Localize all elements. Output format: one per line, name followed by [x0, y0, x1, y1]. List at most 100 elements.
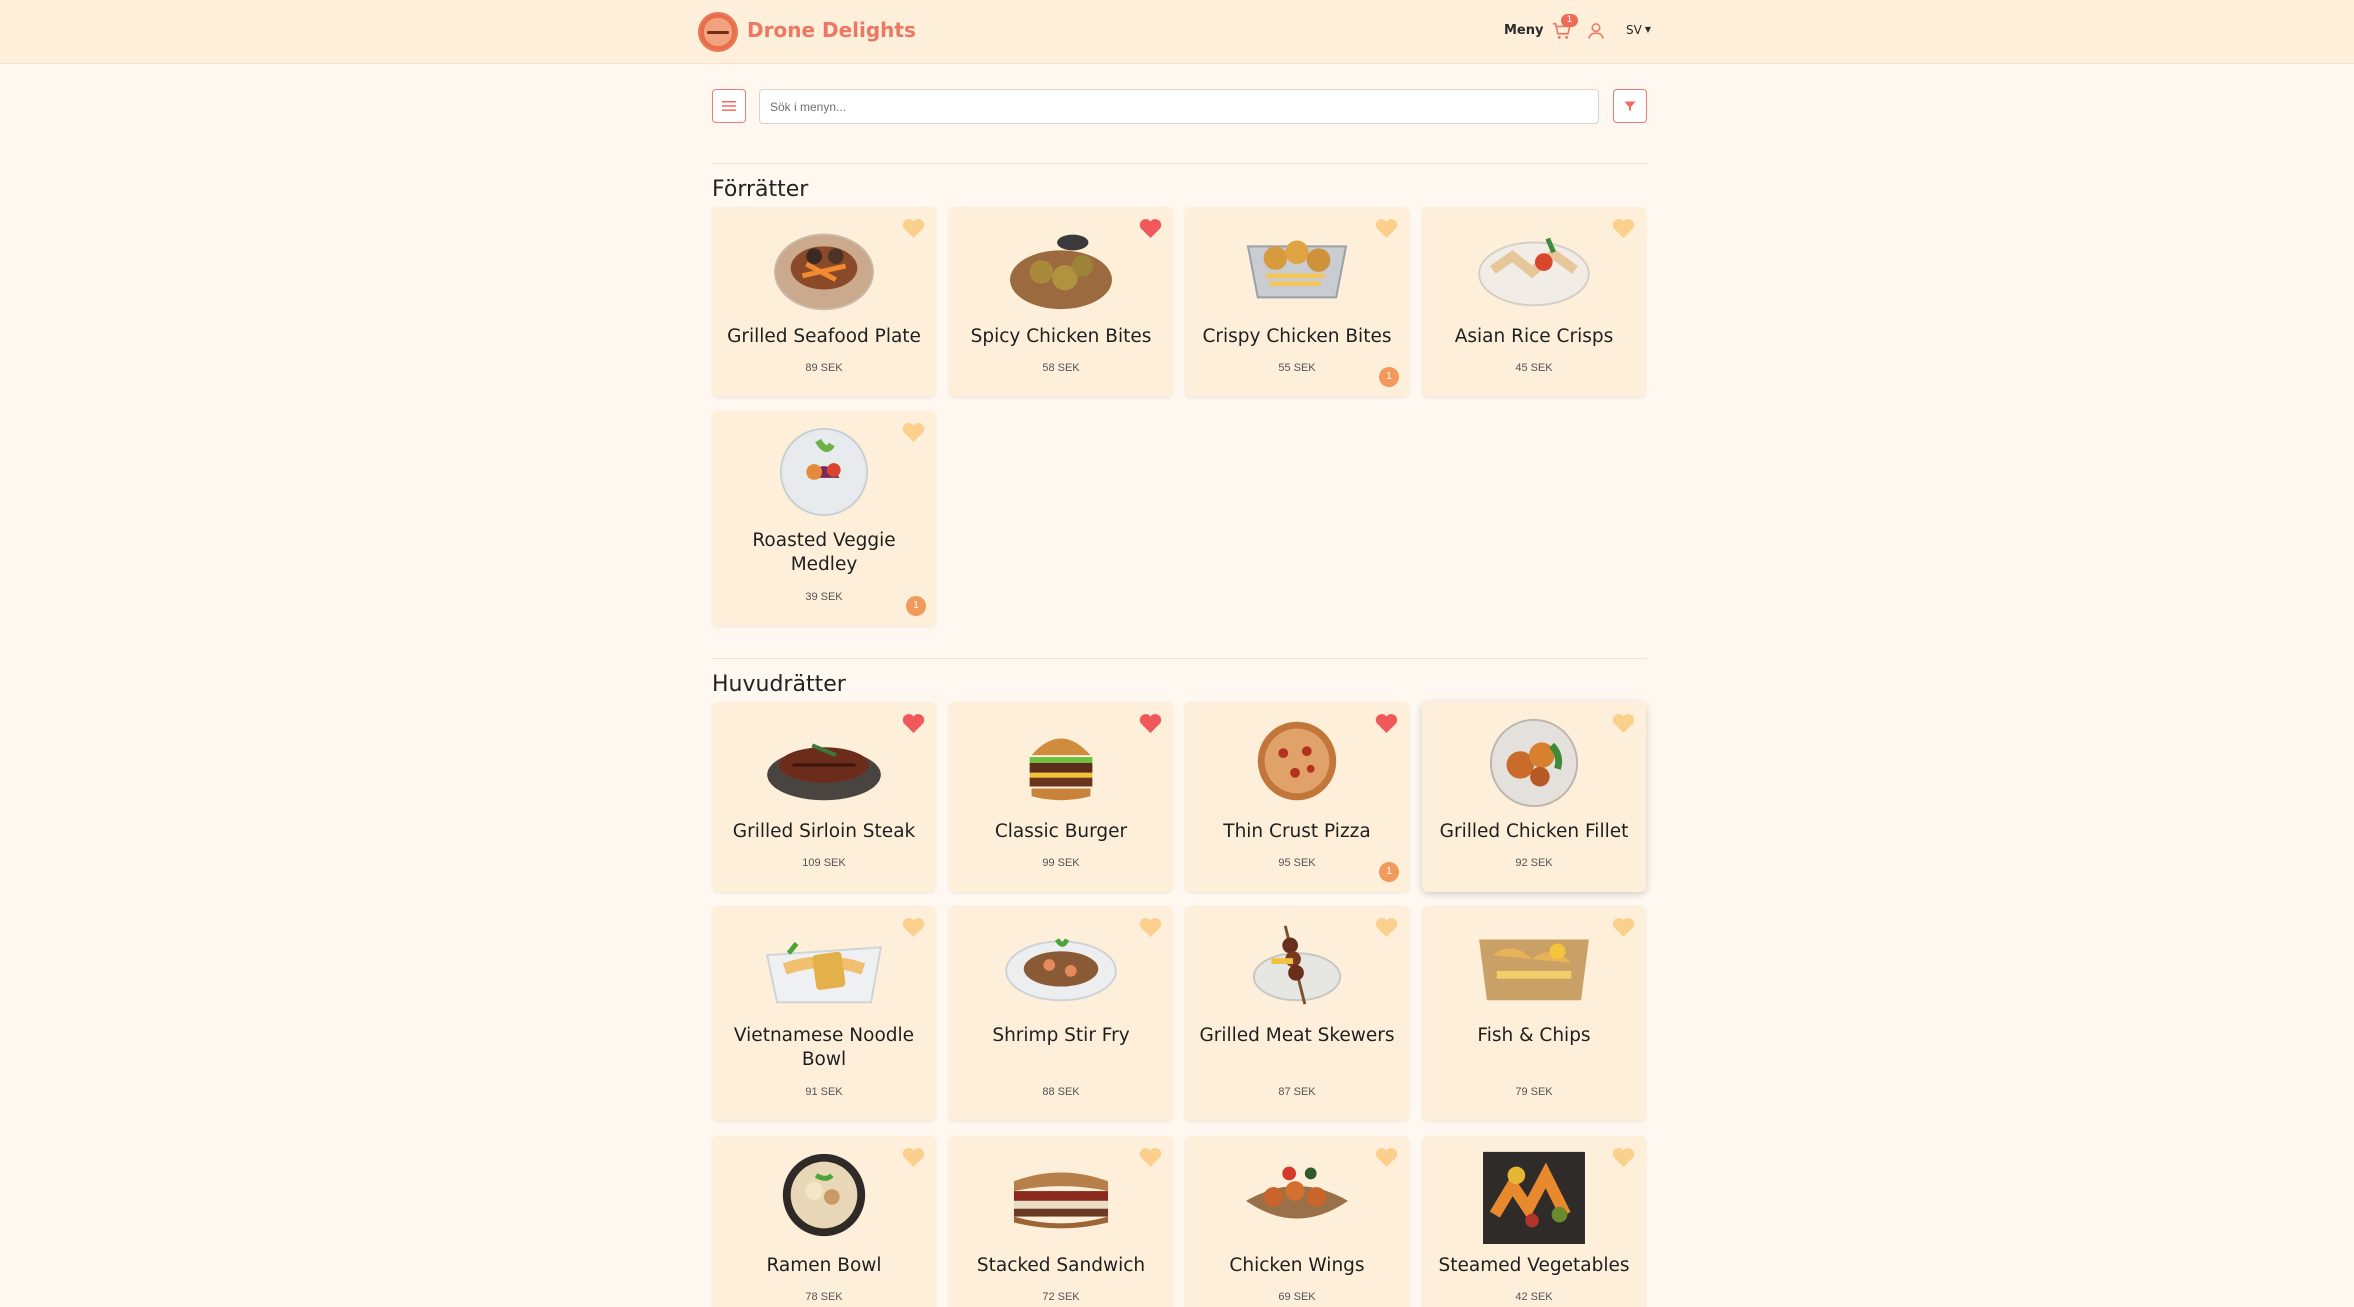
brand-logo[interactable]	[698, 12, 738, 52]
menu-item-name: Classic Burger	[994, 821, 1128, 842]
heart-icon[interactable]	[1374, 217, 1399, 239]
language-selector[interactable]: SV ▼	[1626, 23, 1651, 37]
heart-icon[interactable]	[901, 421, 926, 443]
heart-icon[interactable]	[1138, 916, 1163, 938]
menu-item-price: 109 SEK	[802, 857, 846, 869]
menu-item-card[interactable]: Grilled Meat Skewers 87 SEK	[1185, 906, 1409, 1121]
menu-item-name: Fish & Chips	[1477, 1025, 1591, 1046]
menu-item-name: Shrimp Stir Fry	[992, 1025, 1130, 1046]
heart-icon[interactable]	[1374, 916, 1399, 938]
menu-item-price: 39 SEK	[805, 591, 843, 603]
chicken-fillet-image	[1472, 712, 1596, 810]
vegetables-image	[1472, 1146, 1596, 1244]
menu-item-price: 79 SEK	[1515, 1086, 1553, 1098]
menu-item-name: Chicken Wings	[1229, 1255, 1365, 1276]
menu-item-card[interactable]: Fish & Chips 79 SEK	[1422, 906, 1646, 1121]
heart-icon[interactable]	[1374, 712, 1399, 734]
heart-icon[interactable]	[1374, 1146, 1399, 1168]
menu-item-card[interactable]: Thin Crust Pizza 95 SEK 1	[1185, 702, 1409, 892]
language-label: SV	[1626, 23, 1642, 37]
menu-item-card[interactable]: Ramen Bowl 78 SEK	[712, 1136, 936, 1307]
user-icon[interactable]	[1586, 20, 1606, 42]
sandwich-image	[999, 1146, 1123, 1244]
stir-fry-image	[999, 916, 1123, 1014]
menu-item-price: 95 SEK	[1278, 857, 1316, 869]
menu-item-name: Ramen Bowl	[766, 1255, 882, 1276]
menu-item-price: 89 SEK	[805, 362, 843, 374]
heart-icon[interactable]	[901, 712, 926, 734]
heart-icon[interactable]	[901, 217, 926, 239]
heart-icon[interactable]	[1611, 916, 1636, 938]
skewers-image	[1235, 916, 1359, 1014]
menu-item-card[interactable]: Crispy Chicken Bites 55 SEK 1	[1185, 207, 1409, 397]
section-title-forratter: Förrätter	[712, 177, 809, 202]
heart-icon[interactable]	[1611, 712, 1636, 734]
filter-icon	[1624, 101, 1636, 111]
menu-item-card[interactable]: Steamed Vegetables 42 SEK	[1422, 1136, 1646, 1307]
menu-item-card[interactable]: Grilled Chicken Fillet 92 SEK	[1422, 702, 1646, 892]
search-input[interactable]	[759, 89, 1599, 124]
menu-item-price: 91 SEK	[805, 1086, 843, 1098]
top-navbar: Drone Delights Meny 1 SV ▼	[0, 0, 2354, 64]
menu-item-name: Thin Crust Pizza	[1223, 821, 1371, 842]
quantity-badge: 1	[1379, 862, 1399, 882]
menu-list-button[interactable]	[712, 89, 746, 123]
menu-item-price: 58 SEK	[1042, 362, 1080, 374]
heart-icon[interactable]	[1138, 712, 1163, 734]
menu-item-card[interactable]: Grilled Seafood Plate 89 SEK	[712, 207, 936, 397]
brand-name[interactable]: Drone Delights	[747, 18, 916, 42]
menu-item-price: 78 SEK	[805, 1291, 843, 1303]
menu-item-card[interactable]: Spicy Chicken Bites 58 SEK	[949, 207, 1173, 397]
menu-item-price: 42 SEK	[1515, 1291, 1553, 1303]
menu-item-name: Grilled Sirloin Steak	[732, 821, 916, 842]
divider	[712, 163, 1647, 164]
heart-icon[interactable]	[1611, 217, 1636, 239]
menu-item-name: Roasted Veggie Medley	[752, 530, 896, 575]
chicken-bites-bowl-image	[999, 217, 1123, 315]
burger-image	[999, 712, 1123, 810]
seafood-plate-image	[762, 217, 886, 315]
menu-item-name: Spicy Chicken Bites	[970, 326, 1152, 347]
menu-item-price: 87 SEK	[1278, 1086, 1316, 1098]
menu-item-name: Stacked Sandwich	[976, 1255, 1146, 1276]
ramen-image	[762, 1146, 886, 1244]
steak-image	[762, 712, 886, 810]
quantity-badge: 1	[906, 596, 926, 616]
veggie-plate-image	[762, 421, 886, 519]
cart-count-badge: 1	[1561, 14, 1578, 27]
menu-item-name: Grilled Seafood Plate	[727, 326, 921, 347]
menu-item-price: 92 SEK	[1515, 857, 1553, 869]
list-icon	[722, 101, 736, 111]
menu-item-name: Crispy Chicken Bites	[1202, 326, 1392, 347]
fried-tray-image	[1235, 217, 1359, 315]
menu-item-card[interactable]: Roasted Veggie Medley 39 SEK 1	[712, 411, 936, 626]
pizza-image	[1235, 712, 1359, 810]
menu-item-price: 99 SEK	[1042, 857, 1080, 869]
rice-crisps-image	[1472, 217, 1596, 315]
menu-item-card[interactable]: Vietnamese Noodle Bowl 91 SEK	[712, 906, 936, 1121]
heart-icon[interactable]	[1611, 1146, 1636, 1168]
menu-item-name: Vietnamese Noodle Bowl	[733, 1025, 915, 1070]
divider	[712, 658, 1647, 659]
heart-icon[interactable]	[901, 916, 926, 938]
menu-item-card[interactable]: Shrimp Stir Fry 88 SEK	[949, 906, 1173, 1121]
menu-item-card[interactable]: Grilled Sirloin Steak 109 SEK	[712, 702, 936, 892]
menu-item-price: 45 SEK	[1515, 362, 1553, 374]
chevron-down-icon: ▼	[1644, 25, 1651, 34]
heart-icon[interactable]	[901, 1146, 926, 1168]
menu-item-price: 88 SEK	[1042, 1086, 1080, 1098]
quantity-badge: 1	[1379, 367, 1399, 387]
menu-item-name: Grilled Chicken Fillet	[1439, 821, 1629, 842]
menu-item-card[interactable]: Asian Rice Crisps 45 SEK	[1422, 207, 1646, 397]
menu-item-price: 72 SEK	[1042, 1291, 1080, 1303]
menu-item-card[interactable]: Chicken Wings 69 SEK	[1185, 1136, 1409, 1307]
menu-item-card[interactable]: Classic Burger 99 SEK	[949, 702, 1173, 892]
menu-item-name: Grilled Meat Skewers	[1199, 1025, 1395, 1046]
heart-icon[interactable]	[1138, 1146, 1163, 1168]
menu-item-price: 69 SEK	[1278, 1291, 1316, 1303]
fish-chips-image	[1472, 916, 1596, 1014]
heart-icon[interactable]	[1138, 217, 1163, 239]
menu-item-card[interactable]: Stacked Sandwich 72 SEK	[949, 1136, 1173, 1307]
nav-menu-link[interactable]: Meny	[1504, 23, 1543, 38]
filter-button[interactable]	[1613, 89, 1647, 123]
